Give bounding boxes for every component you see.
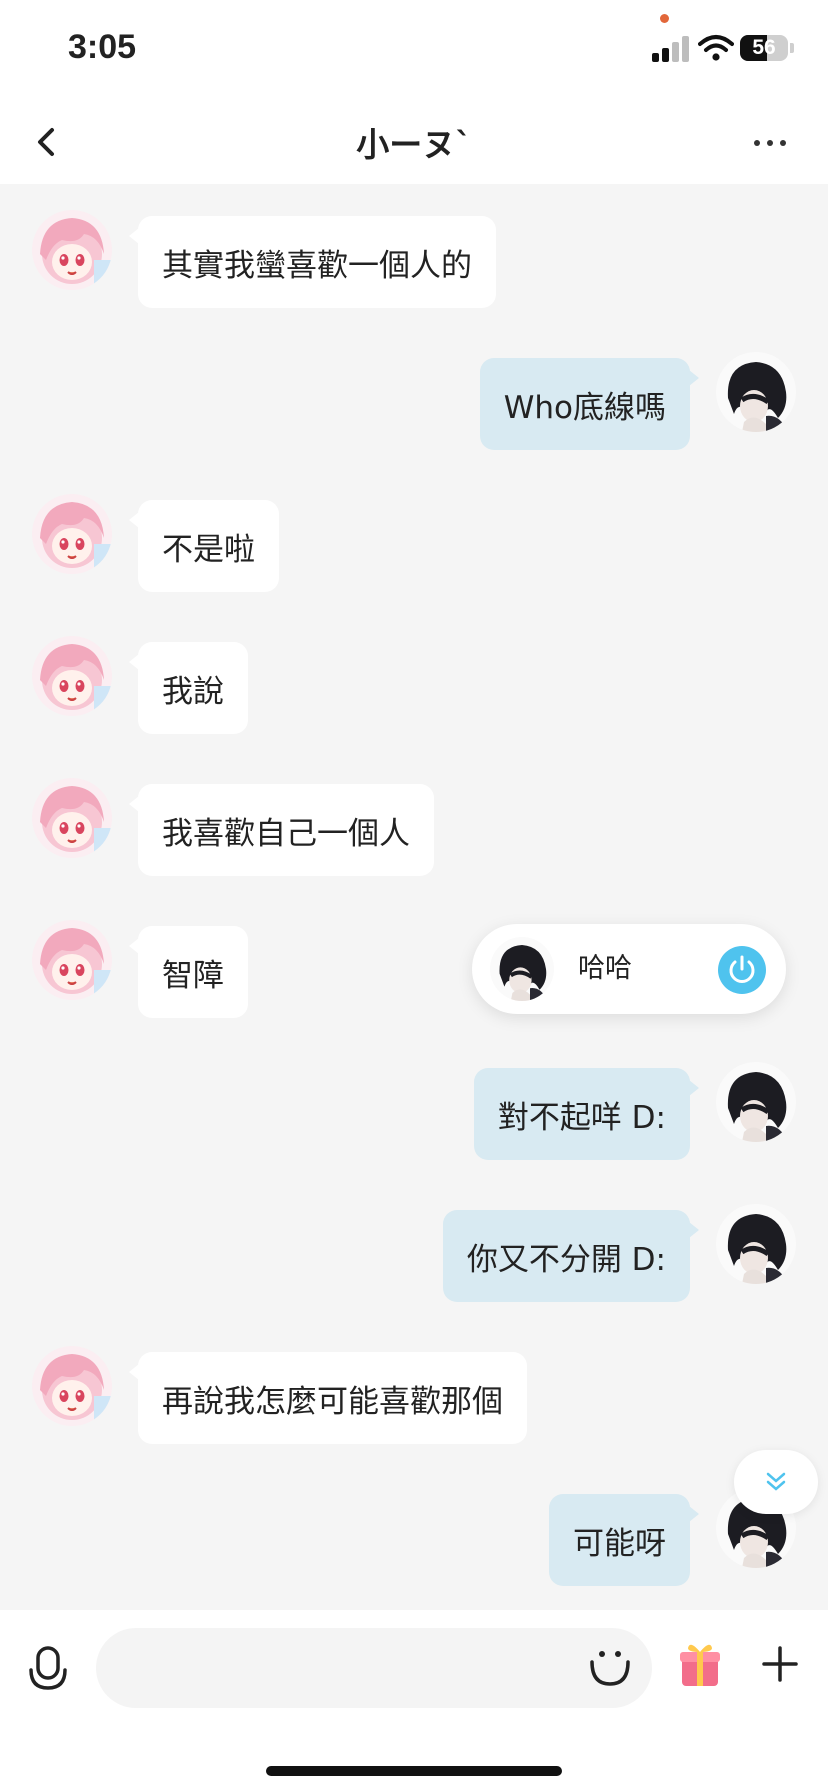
more-actions-button[interactable]: [760, 1644, 800, 1684]
message-bubble[interactable]: 對不起咩 D:: [473, 1068, 700, 1160]
message-bubble[interactable]: 你又不分開 D:: [442, 1210, 700, 1302]
floating-call-popup[interactable]: 哈哈: [472, 924, 786, 1014]
battery-icon: 56: [740, 35, 788, 61]
message-bubble[interactable]: 不是啦: [129, 500, 279, 592]
status-time: 3:05: [68, 28, 137, 66]
call-avatar: [490, 937, 554, 1001]
battery-cap: [790, 43, 794, 53]
contact-avatar[interactable]: [32, 778, 112, 858]
contact-avatar[interactable]: [32, 1346, 112, 1426]
message-bubble[interactable]: 我說: [129, 642, 248, 734]
end-call-button[interactable]: [718, 946, 766, 994]
chat-header: 小ーヌ`: [0, 100, 828, 184]
gift-icon: [680, 1644, 720, 1686]
message-bubble[interactable]: 再說我怎麼可能喜歡那個: [129, 1352, 527, 1444]
contact-avatar[interactable]: [32, 920, 112, 1000]
home-indicator[interactable]: [266, 1766, 562, 1776]
status-bar: 3:05 56: [0, 0, 828, 100]
incoming-message-row: 再說我怎麼可能喜歡那個: [0, 1320, 828, 1462]
outgoing-message-row: 對不起咩 D:: [0, 1036, 828, 1178]
incoming-message-row: 我說: [0, 610, 828, 752]
outgoing-message-row: 你又不分開 D:: [0, 1178, 828, 1320]
message-input-bar: [0, 1610, 828, 1792]
my-avatar[interactable]: [716, 1062, 796, 1142]
signal-icon: [652, 36, 692, 62]
my-avatar[interactable]: [716, 1204, 796, 1284]
message-bubble[interactable]: 可能呀: [549, 1494, 699, 1586]
incoming-message-row: 不是啦: [0, 468, 828, 610]
message-bubble[interactable]: 其實我蠻喜歡一個人的: [129, 216, 496, 308]
microphone-icon: [29, 1646, 67, 1690]
power-icon: [729, 955, 755, 983]
message-list[interactable]: 其實我蠻喜歡一個人的 Who底線嗎不是啦我說我喜歡自己一個人 智障對不起咩 D: 你又…: [0, 184, 828, 1610]
contact-avatar[interactable]: [32, 494, 112, 574]
contact-avatar[interactable]: [32, 636, 112, 716]
plus-icon: [762, 1646, 798, 1682]
voice-input-button[interactable]: [26, 1642, 70, 1698]
contact-avatar[interactable]: [32, 210, 112, 290]
recording-dot: [660, 14, 669, 23]
call-popup-text: 哈哈: [578, 953, 632, 984]
incoming-message-row: 我喜歡自己一個人: [0, 752, 828, 894]
incoming-message-row: 其實我蠻喜歡一個人的: [0, 184, 828, 326]
message-input[interactable]: [96, 1628, 652, 1708]
chat-contact-name: 小ーヌ`: [356, 125, 472, 164]
outgoing-message-row: 可能呀: [0, 1462, 828, 1604]
gift-button[interactable]: [678, 1640, 722, 1688]
my-avatar[interactable]: [716, 352, 796, 432]
message-bubble[interactable]: 我喜歡自己一個人: [129, 784, 434, 876]
more-options-button[interactable]: [744, 118, 796, 166]
smiley-icon: [590, 1651, 630, 1686]
scroll-to-bottom-button[interactable]: [734, 1450, 818, 1514]
outgoing-message-row: Who底線嗎: [0, 326, 828, 468]
message-bubble[interactable]: Who底線嗎: [479, 358, 700, 450]
emoji-button[interactable]: [588, 1644, 632, 1688]
double-chevron-down-icon: [766, 1472, 786, 1491]
wifi-icon: [698, 34, 734, 62]
battery-level: 56: [752, 36, 776, 59]
message-bubble[interactable]: 智障: [129, 926, 248, 1018]
